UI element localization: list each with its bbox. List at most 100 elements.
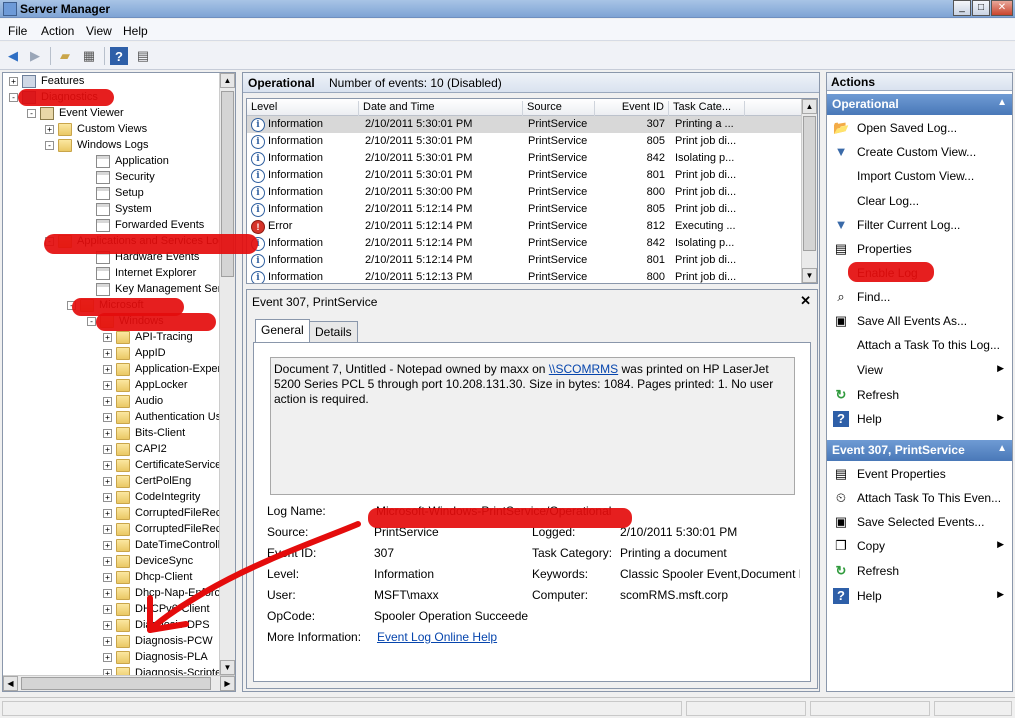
forward-icon[interactable]: ▶: [26, 47, 44, 65]
tree-item[interactable]: + CodeIntegrity: [103, 489, 200, 505]
table-row[interactable]: iInformation 2/10/2011 5:12:14 PM PrintSer…: [247, 201, 803, 218]
collapse-icon[interactable]: -: [87, 316, 96, 326]
properties-icon[interactable]: ▤: [134, 47, 152, 65]
tree-vertical-scrollbar[interactable]: ▲ ▼: [219, 73, 235, 675]
tree-item[interactable]: System: [83, 201, 152, 217]
tree-item[interactable]: + DHCPv6-Client: [103, 601, 210, 617]
tree-item[interactable]: + CAPI2: [103, 441, 167, 457]
tree-item[interactable]: Internet Explorer: [83, 265, 196, 281]
table-row[interactable]: i Information 2/10/2011 5:30:00 PM PrintSer…: [247, 184, 803, 201]
action-filter-current-log[interactable]: ▼ Filter Current Log...: [827, 214, 1012, 236]
back-icon[interactable]: ◀: [4, 47, 22, 65]
tree-item[interactable]: + AppLocker: [103, 377, 188, 393]
column-source[interactable]: Source: [523, 101, 595, 116]
grid-scroll-thumb[interactable]: [803, 116, 816, 251]
grid-vertical-scrollbar[interactable]: ▲ ▼: [801, 99, 817, 283]
table-row[interactable]: i Information 2/10/2011 5:30:01 PM PrintSer…: [247, 116, 803, 133]
menu-file[interactable]: File: [8, 24, 27, 38]
menu-action[interactable]: Action: [41, 24, 74, 38]
maximize-button[interactable]: □: [972, 0, 990, 16]
close-icon[interactable]: ✕: [800, 293, 811, 309]
tree-item[interactable]: + Audio: [103, 393, 163, 409]
expand-icon[interactable]: +: [103, 396, 112, 406]
help-icon[interactable]: ?: [110, 47, 128, 65]
action-help[interactable]: ? Help ▶: [827, 585, 1012, 607]
collapse-icon[interactable]: -: [27, 108, 36, 118]
collapse-icon[interactable]: ▲: [997, 97, 1007, 108]
table-row[interactable]: i Information 2/10/2011 5:30:01 PM PrintSer…: [247, 150, 803, 167]
tree-item[interactable]: + DateTimeControll: [103, 537, 220, 553]
tree-item[interactable]: + Application-Exper: [103, 361, 221, 377]
expand-icon[interactable]: +: [103, 604, 112, 614]
column-date-time[interactable]: Date and Time: [359, 101, 523, 116]
tree-item[interactable]: - Windows Logs: [45, 137, 149, 153]
up-folder-icon[interactable]: ▰: [56, 47, 74, 65]
tree-item[interactable]: + Diagnosis-DPS: [103, 617, 210, 633]
scroll-right-arrow[interactable]: ▶: [220, 676, 235, 691]
tree-item[interactable]: Forwarded Events: [83, 217, 204, 233]
action-open-saved-log[interactable]: 📂 Open Saved Log...: [827, 117, 1012, 139]
collapse-icon[interactable]: -: [9, 92, 18, 102]
show-hide-tree-icon[interactable]: ▦: [80, 47, 98, 65]
tree-item[interactable]: + Dhcp-Client: [103, 569, 192, 585]
action-view[interactable]: View ▶: [827, 359, 1012, 381]
tree-item[interactable]: Security: [83, 169, 155, 185]
expand-icon[interactable]: +: [103, 364, 112, 374]
collapse-icon[interactable]: -: [45, 140, 54, 150]
scroll-left-arrow[interactable]: ◀: [3, 676, 18, 691]
action-attach-task-to-this-even[interactable]: ⏲ Attach Task To This Even...: [827, 487, 1012, 509]
expand-icon[interactable]: +: [103, 636, 112, 646]
action-help[interactable]: ? Help ▶: [827, 408, 1012, 430]
tree-item[interactable]: Setup: [83, 185, 144, 201]
minimize-button[interactable]: _: [953, 0, 971, 16]
tree-item[interactable]: + API-Tracing: [103, 329, 193, 345]
expand-icon[interactable]: +: [103, 476, 112, 486]
table-row[interactable]: i Information 2/10/2011 5:30:01 PM PrintSer…: [247, 133, 803, 150]
expand-icon[interactable]: +: [103, 540, 112, 550]
action-copy[interactable]: ❐ Copy ▶: [827, 535, 1012, 557]
action-clear-log[interactable]: Clear Log...: [827, 190, 1012, 212]
expand-icon[interactable]: +: [103, 556, 112, 566]
menu-help[interactable]: Help: [123, 24, 148, 38]
tree-item[interactable]: Application: [83, 153, 169, 169]
tree-horizontal-scrollbar[interactable]: ◀ ▶: [3, 675, 235, 691]
menu-view[interactable]: View: [86, 24, 112, 38]
tree-item[interactable]: Key Management Service: [83, 281, 235, 297]
tree-item[interactable]: + Diagnosis-PLA: [103, 649, 208, 665]
column-level[interactable]: Level: [247, 101, 359, 116]
table-row[interactable]: i Information 2/10/2011 5:30:01 PM PrintSer…: [247, 167, 803, 184]
expand-icon[interactable]: +: [103, 508, 112, 518]
table-row[interactable]: ! Error 2/10/2011 5:12:14 PM PrintService 81…: [247, 218, 803, 235]
action-create-custom-view[interactable]: ▼ Create Custom View...: [827, 141, 1012, 163]
expand-icon[interactable]: +: [103, 348, 112, 358]
action-event-properties[interactable]: ▤ Event Properties: [827, 463, 1012, 485]
computer-link[interactable]: \\SCOMRMS: [549, 362, 618, 376]
expand-icon[interactable]: +: [103, 492, 112, 502]
action-save-all-events-as[interactable]: ▣ Save All Events As...: [827, 310, 1012, 332]
table-row[interactable]: i Information 2/10/2011 5:12:13 PM PrintSer…: [247, 269, 803, 283]
column-task-category[interactable]: Task Cate...: [669, 101, 745, 116]
tree-item[interactable]: + DeviceSync: [103, 553, 193, 569]
action-find[interactable]: ⌕ Find...: [827, 286, 1012, 308]
section-operational[interactable]: Operational ▲: [827, 94, 1012, 115]
action-refresh[interactable]: ↻ Refresh: [827, 384, 1012, 406]
expand-icon[interactable]: +: [103, 332, 112, 342]
expand-icon[interactable]: +: [9, 76, 18, 86]
tree-item[interactable]: + Custom Views: [45, 121, 147, 137]
event-log-online-help-link[interactable]: Event Log Online Help: [377, 630, 497, 644]
close-button[interactable]: ✕: [991, 0, 1013, 16]
grid-scroll-down[interactable]: ▼: [802, 268, 817, 283]
tree-item[interactable]: + Authentication Us: [103, 409, 221, 425]
tree-item[interactable]: + CertPolEng: [103, 473, 191, 489]
tree-item[interactable]: + CorruptedFileRec: [103, 521, 221, 537]
column-event-id[interactable]: Event ID: [595, 101, 669, 116]
expand-icon[interactable]: +: [103, 380, 112, 390]
expand-icon[interactable]: +: [103, 620, 112, 630]
expand-icon[interactable]: +: [103, 444, 112, 454]
scroll-down-arrow[interactable]: ▼: [220, 660, 235, 675]
tree-item[interactable]: + Features: [9, 73, 84, 89]
tree-item[interactable]: + CorruptedFileRec: [103, 505, 221, 521]
expand-icon[interactable]: +: [103, 412, 112, 422]
expand-icon[interactable]: +: [103, 460, 112, 470]
tree-item[interactable]: + CertificateService: [103, 457, 221, 473]
